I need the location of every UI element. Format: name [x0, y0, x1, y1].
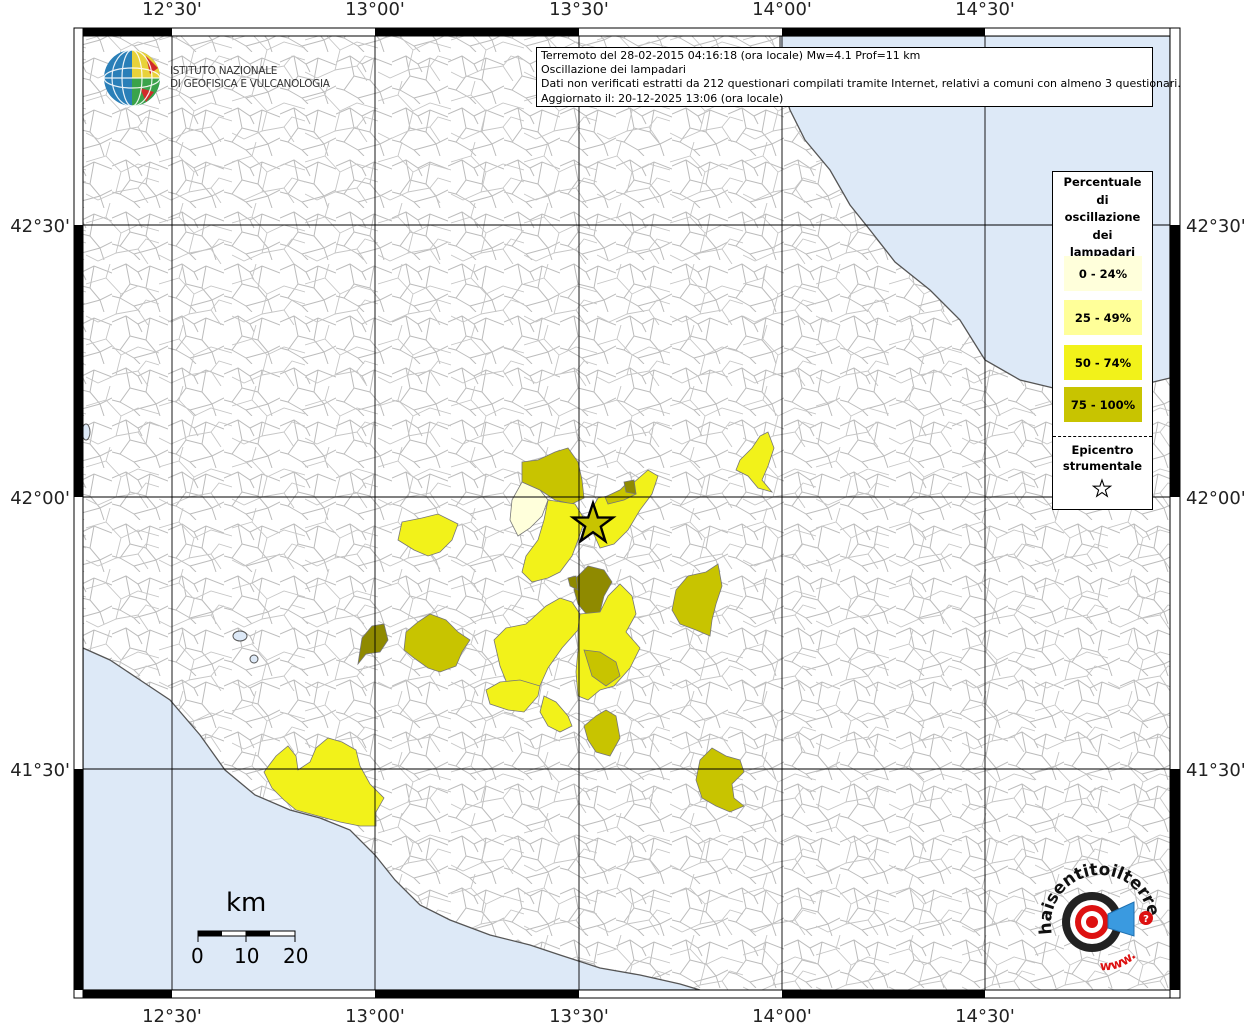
scale-unit: km [226, 888, 267, 918]
lat-label: 41°30' [10, 760, 70, 781]
institute-line1: ISTITUTO NAZIONALE [170, 65, 278, 77]
star-icon [1091, 478, 1113, 498]
legend-item-label: 50 - 74% [1074, 355, 1132, 370]
scale-tick-label: 20 [283, 944, 309, 968]
updated-at: Aggiornato il: 20-12-2025 13:06 (ora loc… [541, 91, 784, 105]
ingv-logo: ISTITUTO NAZIONALE DI GEOFISICA E VULCAN… [102, 48, 342, 108]
legend-item: 50 - 74% [1064, 345, 1142, 380]
legend-item: 25 - 49% [1064, 300, 1142, 335]
legend-item-label: 75 - 100% [1070, 397, 1136, 412]
legend-item: 75 - 100% [1064, 387, 1142, 422]
scale-tick-label: 0 [191, 944, 204, 968]
institute-line2: DI GEOFISICA E VULCANOLOGIA [170, 77, 330, 90]
lon-label: 12°30' [142, 1006, 202, 1024]
lon-label: 12°30' [142, 0, 202, 20]
legend-item-label: 25 - 49% [1074, 310, 1132, 325]
lon-label: 14°30' [955, 0, 1015, 20]
badge-text-bottom: www. [1100, 948, 1140, 974]
lat-label: 42°00' [1186, 488, 1246, 509]
lat-labels-left: 42°30' 42°00' 41°30' [10, 216, 70, 781]
map-subject: Oscillazione dei lampadari [541, 63, 686, 77]
scale-tick-label: 10 [234, 944, 260, 968]
svg-text:?: ? [1143, 914, 1149, 925]
lat-label: 41°30' [1186, 760, 1246, 781]
legend-divider [1053, 436, 1152, 437]
lon-label: 14°00' [752, 0, 812, 20]
lat-label: 42°30' [1186, 216, 1246, 237]
lon-label: 13°30' [549, 0, 609, 20]
event-title: Terremoto del 28-02-2015 04:16:18 (ora l… [541, 49, 921, 62]
legend-title: Percentuale di oscillazione dei lampadar… [1063, 175, 1142, 260]
svg-text:www.: www. [1100, 948, 1140, 974]
lon-label: 13°30' [549, 1006, 609, 1024]
lon-label: 13°00' [345, 1006, 405, 1024]
haisentito-logo: haisentitoilterremoto.it www. ? [1021, 841, 1170, 976]
legend-epicenter-label: Epicentro strumentale [1062, 443, 1143, 473]
data-note: Dati non verificati estratti da 212 ques… [541, 77, 1181, 91]
globe-icon [103, 49, 161, 107]
lon-label: 14°30' [955, 1006, 1015, 1024]
lon-labels-bottom: 12°30' 13°00' 13°30' 14°00' 14°30' [142, 1006, 1015, 1024]
legend-item: 0 - 24% [1064, 256, 1142, 291]
lon-label: 14°00' [752, 1006, 812, 1024]
lon-label: 13°00' [345, 0, 405, 20]
lat-label: 42°00' [10, 488, 70, 509]
lat-label: 42°30' [10, 216, 70, 237]
earthquake-info-box: Terremoto del 28-02-2015 04:16:18 (ora l… [536, 47, 1181, 107]
legend: Percentuale di oscillazione dei lampadar… [1052, 171, 1153, 510]
comune-dark [623, 479, 637, 495]
legend-item-label: 0 - 24% [1078, 266, 1128, 281]
lat-labels-right: 42°30' 42°00' 41°30' [1186, 216, 1246, 781]
lon-labels-top: 12°30' 13°00' 13°30' 14°00' 14°30' [142, 0, 1015, 20]
